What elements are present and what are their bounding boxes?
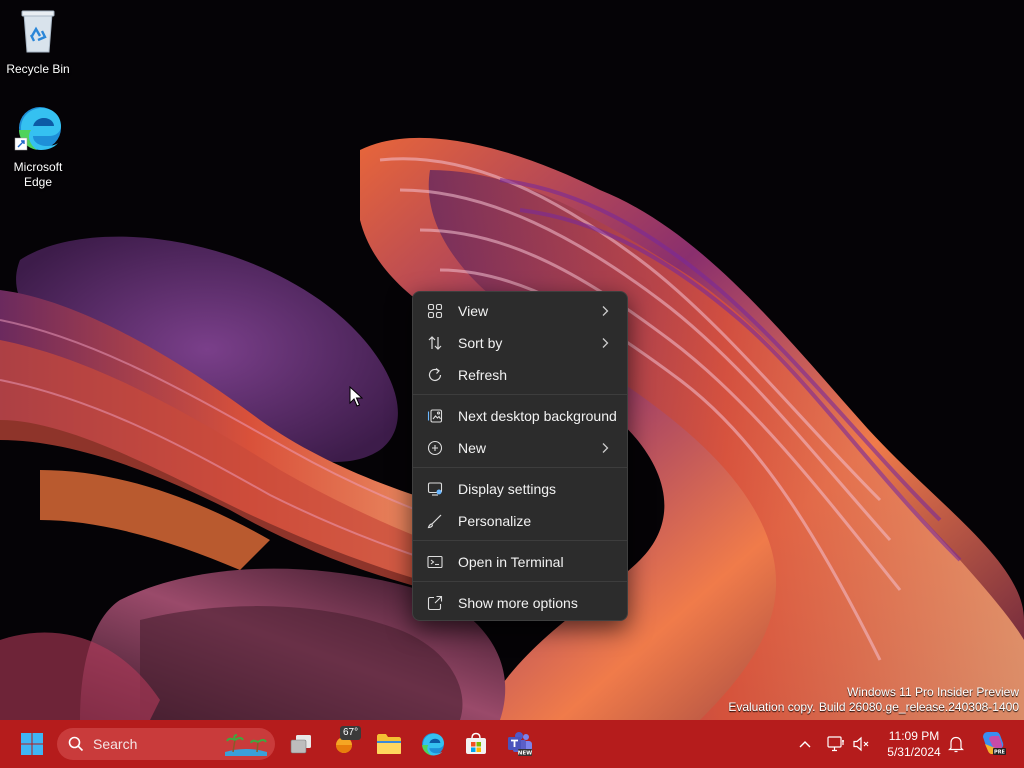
- menu-item-display-settings[interactable]: Display settings: [417, 474, 623, 504]
- refresh-icon: [427, 367, 443, 383]
- network-status-button[interactable]: [826, 732, 846, 756]
- menu-item-label: Personalize: [458, 513, 532, 529]
- taskbar-search-box[interactable]: Search: [57, 728, 275, 760]
- menu-item-label: Sort by: [458, 335, 503, 351]
- edge-icon: [422, 733, 444, 756]
- menu-item-label: Show more options: [458, 595, 578, 611]
- menu-separator: [413, 540, 627, 541]
- menu-item-label: Refresh: [458, 367, 508, 383]
- brush-icon: [427, 513, 443, 529]
- new-plus-icon: [427, 440, 443, 456]
- copilot-icon: PRE: [983, 732, 1006, 756]
- watermark-line-1: Windows 11 Pro Insider Preview: [847, 685, 1019, 699]
- microsoft-edge-label: Microsoft Edge: [13, 160, 63, 189]
- menu-separator: [413, 394, 627, 395]
- chevron-up-icon: [799, 741, 811, 748]
- desktop-context-menu: View Sort by Refresh Next desktop backgr: [412, 291, 628, 621]
- terminal-icon: [427, 554, 443, 570]
- taskbar: Search 67° NEW 11:09 PM 5/31/2024 PRE: [0, 720, 1024, 768]
- search-placeholder: Search: [93, 736, 138, 752]
- grid-icon: [427, 303, 443, 319]
- start-button[interactable]: [12, 724, 52, 764]
- teams-icon: NEW: [508, 732, 532, 757]
- menu-item-personalize[interactable]: Personalize: [417, 506, 623, 536]
- menu-item-show-more-options[interactable]: Show more options: [417, 588, 623, 618]
- edge-taskbar-button[interactable]: [412, 724, 452, 764]
- recycle-bin-label: Recycle Bin: [6, 62, 70, 76]
- palm-trees-icon: [225, 734, 267, 756]
- network-monitor-icon: [827, 736, 844, 752]
- menu-item-label: New: [458, 440, 487, 456]
- bell-icon: [948, 736, 964, 753]
- teams-button[interactable]: NEW: [500, 724, 540, 764]
- clock-date: 5/31/2024: [887, 745, 941, 759]
- menu-item-new[interactable]: New: [417, 433, 623, 463]
- svg-text:PRE: PRE: [994, 750, 1006, 756]
- menu-item-view[interactable]: View: [417, 296, 623, 326]
- notifications-button[interactable]: [946, 732, 966, 756]
- chevron-right-icon: [602, 338, 609, 348]
- copilot-button[interactable]: PRE: [978, 728, 1008, 758]
- evaluation-watermark: Windows 11 Pro Insider Preview Evaluatio…: [728, 685, 1019, 715]
- volume-button[interactable]: [851, 732, 871, 756]
- watermark-line-2: Evaluation copy. Build 26080.ge_release.…: [728, 700, 1019, 714]
- menu-item-label: Open in Terminal: [458, 554, 564, 570]
- task-view-button[interactable]: [281, 724, 321, 764]
- next-background-icon: [427, 408, 443, 424]
- file-explorer-button[interactable]: [369, 724, 409, 764]
- share-icon: [427, 595, 443, 611]
- taskbar-clock[interactable]: 11:09 PM 5/31/2024: [870, 728, 958, 760]
- search-icon: [68, 736, 84, 752]
- task-view-icon: [290, 735, 311, 754]
- menu-item-open-in-terminal[interactable]: Open in Terminal: [417, 547, 623, 577]
- display-settings-icon: [427, 481, 443, 497]
- menu-item-label: View: [458, 303, 489, 319]
- recycle-bin-desktop-icon[interactable]: Recycle Bin: [0, 8, 76, 77]
- menu-item-label: Display settings: [458, 481, 557, 497]
- svg-text:NEW: NEW: [518, 751, 532, 757]
- menu-item-next-desktop-background[interactable]: Next desktop background: [417, 401, 623, 431]
- store-bag-icon: [466, 732, 486, 754]
- clock-time: 11:09 PM: [888, 729, 940, 743]
- recycle-bin-icon: [21, 10, 55, 53]
- folder-icon: [377, 734, 401, 754]
- windows-logo-icon: [21, 733, 43, 755]
- menu-item-sort-by[interactable]: Sort by: [417, 328, 623, 358]
- chevron-right-icon: [602, 306, 609, 316]
- show-hidden-icons-button[interactable]: [796, 732, 814, 756]
- weather-temperature: 67°: [340, 726, 362, 740]
- speaker-muted-icon: [853, 736, 869, 752]
- sort-arrows-icon: [427, 335, 443, 351]
- menu-item-label: Next desktop background: [458, 408, 617, 424]
- menu-separator: [413, 467, 627, 468]
- mouse-pointer-icon: [349, 386, 363, 407]
- microsoft-edge-desktop-icon[interactable]: Microsoft Edge: [0, 104, 76, 190]
- menu-item-refresh[interactable]: Refresh: [417, 360, 623, 390]
- menu-separator: [413, 581, 627, 582]
- chevron-right-icon: [602, 443, 609, 453]
- edge-icon: [14, 107, 61, 151]
- microsoft-store-button[interactable]: [456, 724, 496, 764]
